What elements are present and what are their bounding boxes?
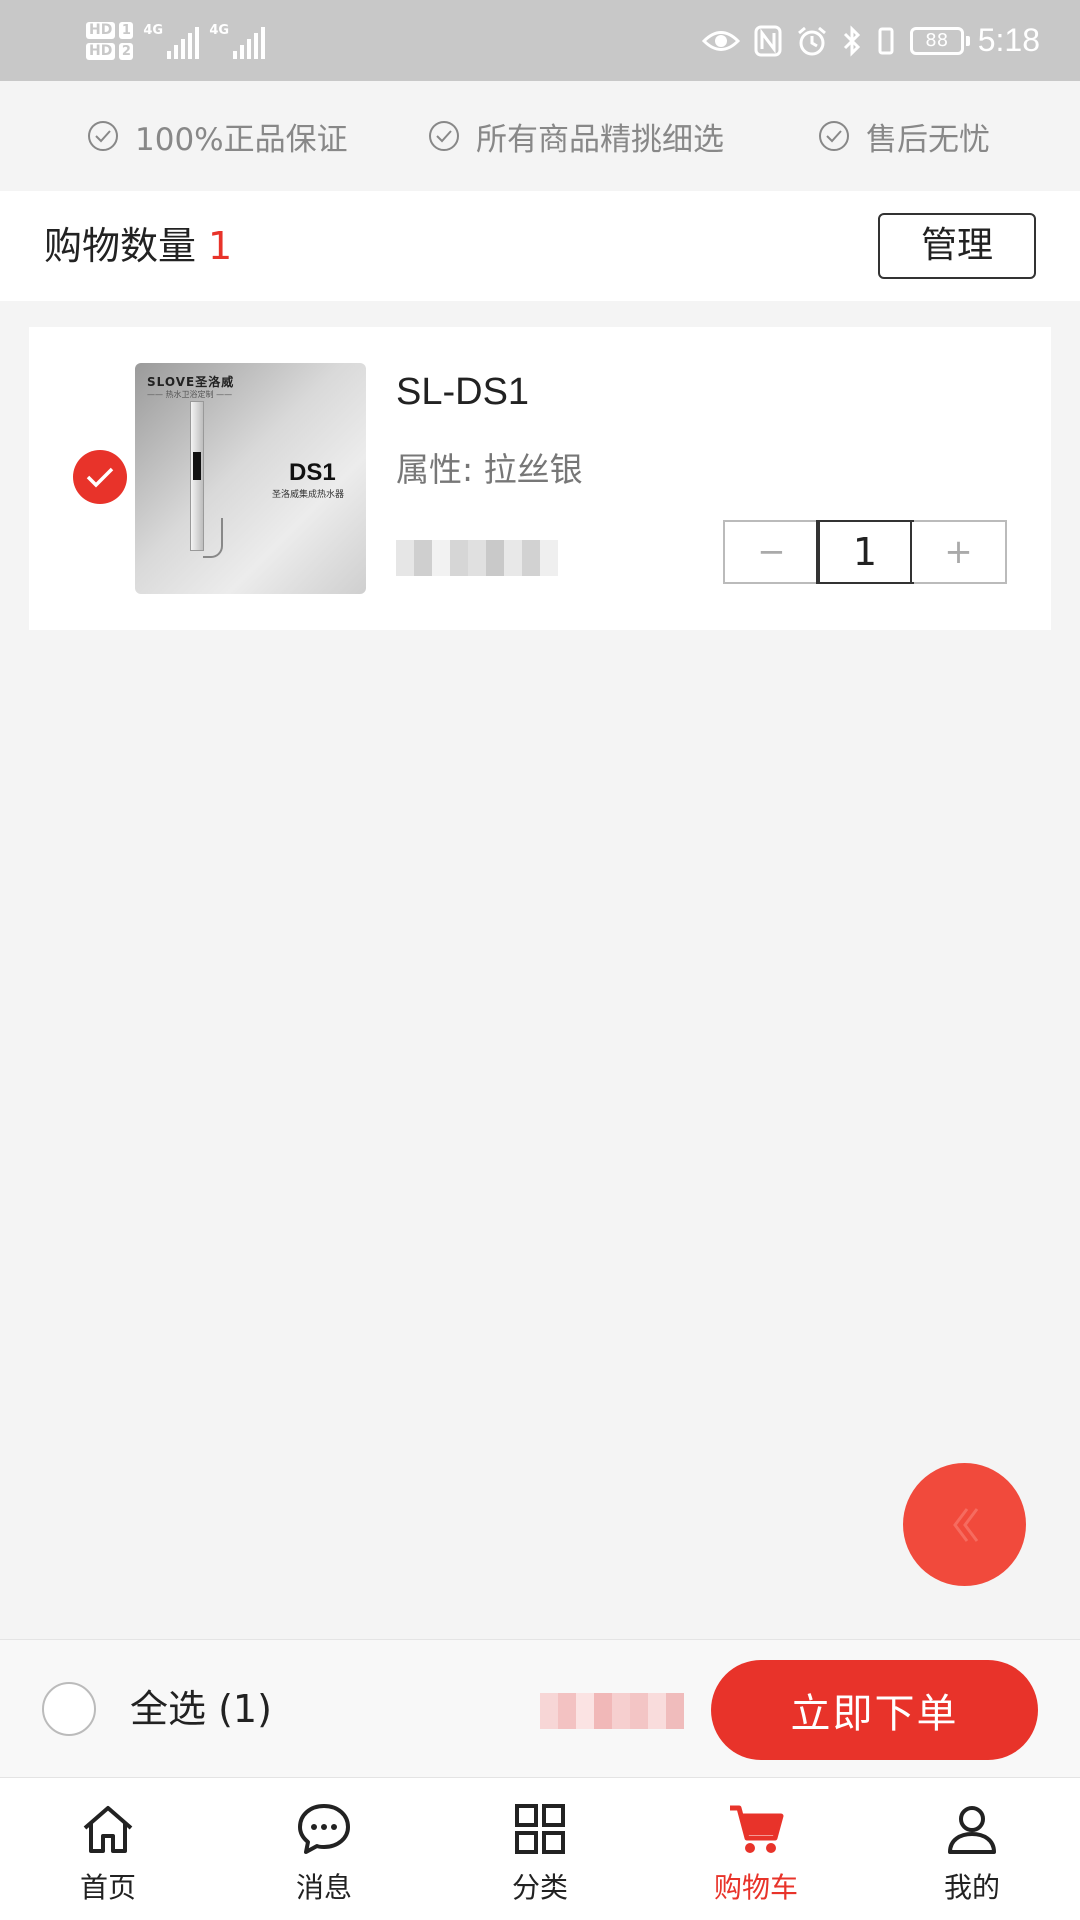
nav-item-profile[interactable]: 我的 [864,1778,1080,1920]
hd-badge: HD [86,43,116,60]
product-price-redacted [396,540,558,576]
nav-label: 分类 [511,1871,568,1904]
increase-quantity-button[interactable]: + [912,522,1005,582]
signal-strength-icon: 4G [209,23,266,59]
sim-slot-badge: 2 [119,43,134,60]
guarantee-text: 100%正品保证 [135,121,348,158]
nav-label: 消息 [295,1871,352,1904]
quantity-value[interactable]: 1 [816,520,914,584]
guarantee-strip: 100%正品保证 所有商品精挑细选 售后无忧 [0,81,1080,191]
check-circle-icon [88,121,118,151]
product-name[interactable]: SL-DS1 [396,371,529,414]
cart-icon [730,1805,784,1853]
guarantee-text: 所有商品精挑细选 [476,121,724,158]
shower-hose-graphic [203,518,223,558]
thumb-model-sub: 圣洛威集成热水器 [272,490,345,500]
alarm-icon [797,26,826,55]
network-type-label: 4G [209,23,230,38]
cart-item: SLOVE圣洛威 —— 热水卫浴定制 —— DS1 圣洛威集成热水器 SL-DS… [29,327,1051,630]
guarantee-item: 100%正品保证 [87,81,348,191]
chevrons-left-icon [952,1507,978,1542]
cart-count-heading: 购物数量 1 [44,191,232,301]
check-circle-icon [429,121,459,151]
user-icon [948,1806,996,1854]
quantity-stepper: − 1 + [723,520,1007,584]
eye-icon [701,30,740,51]
thumb-brand-sub: —— 热水卫浴定制 —— [147,390,233,399]
manage-button[interactable]: 管理 [878,213,1036,279]
thumb-model: DS1 [289,459,336,486]
nav-item-messages[interactable]: 消息 [216,1778,432,1920]
guarantee-item: 售后无忧 [818,81,990,191]
status-bar: HD 1 HD 2 4G 4G 88 5:18 [0,0,1080,81]
nav-item-cart[interactable]: 购物车 [648,1778,864,1920]
select-all-label[interactable]: 全选 (1) [130,1640,272,1779]
nfc-icon [754,25,782,56]
checkout-bar: 全选 (1) 立即下单 [0,1639,1080,1778]
nav-item-home[interactable]: 首页 [0,1778,216,1920]
place-order-button[interactable]: 立即下单 [711,1660,1038,1760]
thumb-brand: SLOVE圣洛威 [147,375,235,389]
network-type-label: 4G [143,23,164,38]
product-thumbnail[interactable]: SLOVE圣洛威 —— 热水卫浴定制 —— DS1 圣洛威集成热水器 [135,363,366,594]
check-circle-icon [819,121,849,151]
vibrate-icon [878,27,894,54]
bluetooth-icon [843,24,860,57]
bottom-nav: 首页 消息 分类 购物车 我的 [0,1778,1080,1920]
sim-slot-badge: 1 [119,22,134,39]
decrease-quantity-button[interactable]: − [725,522,818,582]
total-price-redacted [540,1693,684,1729]
clock: 5:18 [977,22,1040,58]
shower-panel-graphic [190,401,204,551]
nav-item-category[interactable]: 分类 [432,1778,648,1920]
nav-label: 购物车 [713,1871,798,1904]
cart-count-value: 1 [208,224,233,268]
checkmark-icon [86,467,114,488]
guarantee-text: 售后无忧 [866,121,990,158]
signal-strength-icon: 4G [143,23,200,59]
item-select-checkbox[interactable] [73,450,127,504]
guarantee-item: 所有商品精挑细选 [428,81,724,191]
nav-label: 我的 [943,1871,1000,1904]
battery-icon: 88 [909,26,970,55]
cart-header: 购物数量 1 管理 [0,191,1080,301]
nav-label: 首页 [79,1871,136,1904]
hd-badge: HD [86,22,116,39]
grid-icon [515,1804,565,1854]
status-icons: 88 5:18 [701,0,1040,81]
chat-icon [298,1804,350,1854]
select-all-checkbox[interactable] [42,1682,96,1736]
back-to-top-button[interactable] [903,1463,1026,1586]
signal-area: HD 1 HD 2 4G 4G [86,12,266,70]
home-icon [83,1806,133,1853]
cart-count-label: 购物数量 [44,224,197,268]
hd-indicators: HD 1 HD 2 [86,22,134,60]
product-attribute: 属性: 拉丝银 [396,450,583,489]
